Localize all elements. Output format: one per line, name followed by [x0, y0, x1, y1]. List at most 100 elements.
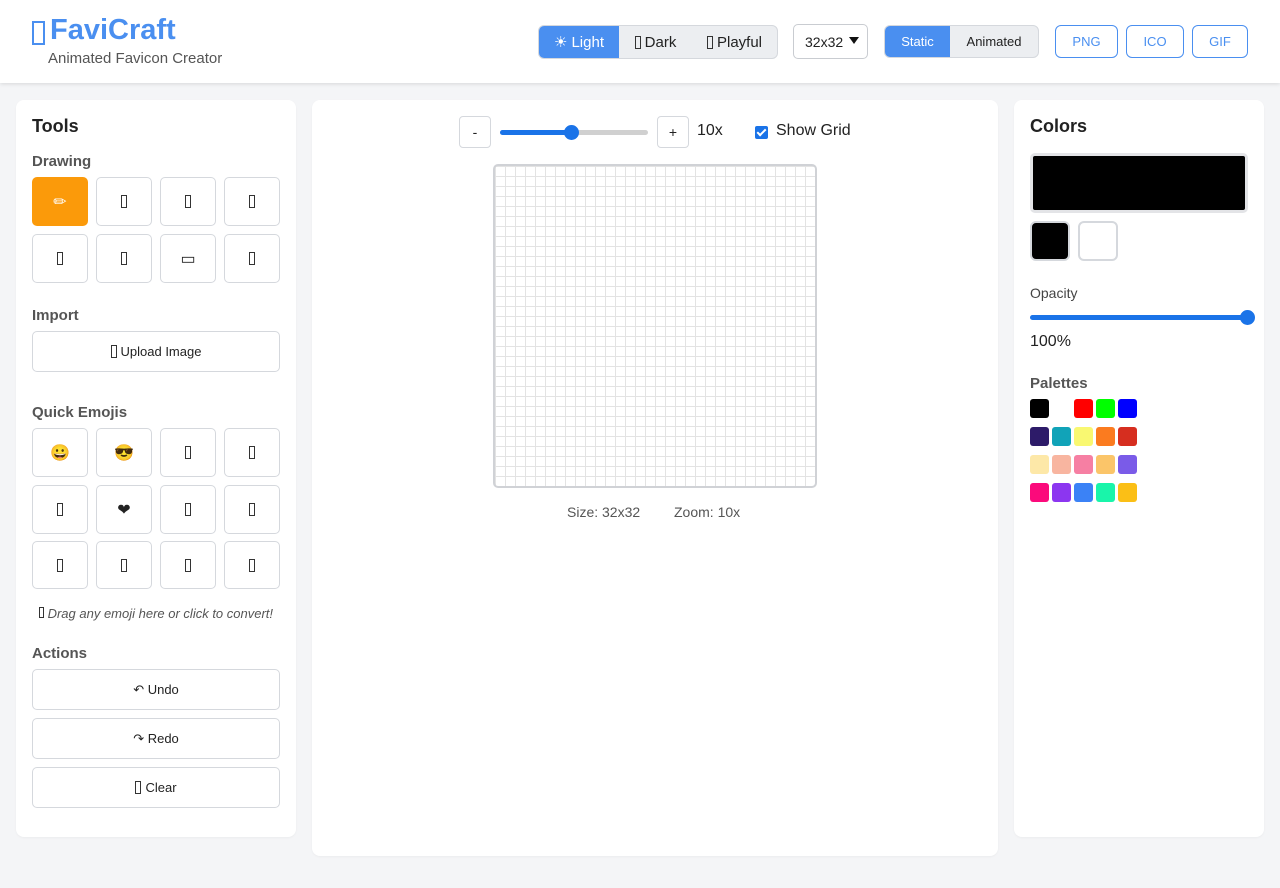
palette-swatch[interactable]	[1030, 483, 1049, 502]
tools-panel: Tools Drawing ✏ ▭ Import Upload Image Qui…	[16, 100, 296, 837]
palette-swatch[interactable]	[1118, 427, 1137, 446]
clear-button[interactable]: Clear	[32, 767, 280, 808]
emoji-glyph	[57, 503, 63, 516]
canvas-panel: - + 10x Show Grid Size: 32x32 Zoom: 10x	[312, 100, 998, 856]
canvas-size-info: Size: 32x32	[567, 504, 641, 520]
emoji-glyph	[185, 446, 191, 459]
line-icon	[57, 252, 63, 265]
colors-panel: Colors Opacity 100% Palettes	[1014, 100, 1264, 837]
emoji-button[interactable]	[32, 541, 88, 589]
mode-animated-button[interactable]: Animated	[950, 26, 1038, 57]
zoom-slider-fill	[500, 130, 572, 135]
app-logo: FaviCraft	[32, 14, 176, 47]
fill-tool-button[interactable]	[160, 177, 216, 226]
palette-swatch[interactable]	[1096, 427, 1115, 446]
upload-image-button[interactable]: Upload Image	[32, 331, 280, 372]
palette-swatch[interactable]	[1118, 399, 1137, 418]
line-tool-button[interactable]	[32, 234, 88, 283]
emoji-button[interactable]	[96, 541, 152, 589]
palette-swatch[interactable]	[1096, 399, 1115, 418]
trash-icon	[135, 781, 142, 794]
zoom-slider[interactable]	[500, 125, 648, 140]
palette-swatch[interactable]	[1096, 455, 1115, 474]
folder-icon	[110, 345, 117, 358]
canvas-zoom-info: Zoom: 10x	[674, 504, 741, 520]
zoom-slider-thumb[interactable]	[564, 125, 580, 140]
opacity-value: 100%	[1030, 333, 1071, 350]
eyedropper-tool-button[interactable]	[224, 177, 280, 226]
logo-text: FaviCraft	[50, 14, 176, 46]
theme-dark-button[interactable]: Dark	[619, 26, 692, 58]
eraser-icon	[121, 195, 127, 208]
export-ico-button[interactable]: ICO	[1126, 25, 1184, 58]
theme-switcher: ☀ Light Dark Playful	[538, 25, 778, 59]
emoji-button[interactable]	[224, 541, 280, 589]
fill-icon	[185, 195, 191, 208]
pencil-tool-button[interactable]: ✏	[32, 177, 88, 226]
sparkle-icon	[38, 607, 44, 618]
emoji-button[interactable]	[160, 428, 216, 477]
app-subtitle: Animated Favicon Creator	[48, 50, 223, 67]
emoji-glyph	[185, 503, 191, 516]
palette-swatch[interactable]	[1074, 399, 1093, 418]
secondary-color-swatch[interactable]	[1078, 221, 1118, 261]
emoji-button[interactable]: ❤	[96, 485, 152, 534]
theme-light-button[interactable]: ☀ Light	[539, 26, 619, 58]
chevron-down-icon	[849, 37, 859, 44]
palette-swatch[interactable]	[1052, 455, 1071, 474]
emoji-button[interactable]	[160, 485, 216, 534]
pixel-canvas[interactable]	[493, 164, 817, 488]
emoji-button[interactable]	[224, 428, 280, 477]
canvas-size-select[interactable]: 32x32	[793, 24, 868, 59]
palette-swatch[interactable]	[1074, 427, 1093, 446]
rectangle-icon: ▭	[180, 250, 196, 268]
emoji-glyph	[249, 446, 255, 459]
opacity-slider-thumb[interactable]	[1240, 310, 1255, 325]
emoji-glyph	[249, 558, 255, 572]
emoji-glyph	[121, 558, 127, 572]
palette-swatch[interactable]	[1074, 483, 1093, 502]
palette-swatch[interactable]	[1118, 483, 1137, 502]
emoji-button[interactable]	[160, 541, 216, 589]
drag-emoji-hint: Drag any emoji here or click to convert!	[32, 606, 280, 621]
emoji-glyph: ❤	[117, 501, 131, 519]
palette-swatch[interactable]	[1052, 483, 1071, 502]
primary-color-swatch[interactable]	[1030, 221, 1070, 261]
palette-swatch[interactable]	[1030, 399, 1049, 418]
zoom-out-button[interactable]: -	[459, 116, 491, 148]
eraser-tool-button[interactable]	[96, 177, 152, 226]
redo-button[interactable]: ↷ Redo	[32, 718, 280, 759]
palette-swatch[interactable]	[1030, 427, 1049, 446]
emoji-button[interactable]: 😀	[32, 428, 88, 477]
palette-swatch[interactable]	[1118, 455, 1137, 474]
circle-tool-button[interactable]	[96, 234, 152, 283]
show-grid-checkbox[interactable]	[755, 126, 768, 139]
app-header: FaviCraft Animated Favicon Creator ☀ Lig…	[0, 0, 1280, 83]
undo-button[interactable]: ↶ Undo	[32, 669, 280, 710]
theme-playful-button[interactable]: Playful	[692, 26, 777, 58]
show-grid-label: Show Grid	[776, 122, 851, 139]
emoji-button[interactable]	[224, 485, 280, 534]
import-label: Import	[32, 307, 79, 324]
emoji-button[interactable]	[32, 485, 88, 534]
mode-static-button[interactable]: Static	[885, 26, 950, 57]
palette-swatch[interactable]	[1074, 455, 1093, 474]
palette-icon	[706, 35, 713, 49]
palette-swatch[interactable]	[1030, 455, 1049, 474]
rectangle-tool-button[interactable]: ▭	[160, 234, 216, 283]
export-gif-button[interactable]: GIF	[1192, 25, 1248, 58]
emoji-glyph	[57, 558, 63, 572]
zoom-in-button[interactable]: +	[657, 116, 689, 148]
colors-title: Colors	[1030, 116, 1088, 136]
pencil-icon: ✏	[53, 193, 67, 211]
opacity-slider[interactable]	[1030, 310, 1255, 325]
emoji-glyph: 😎	[114, 444, 134, 462]
palette-swatch[interactable]	[1052, 399, 1071, 418]
emoji-button[interactable]: 😎	[96, 428, 152, 477]
color-picker[interactable]	[1030, 153, 1248, 213]
quick-emojis-label: Quick Emojis	[32, 404, 128, 421]
export-png-button[interactable]: PNG	[1055, 25, 1118, 58]
palette-swatch[interactable]	[1096, 483, 1115, 502]
move-tool-button[interactable]	[224, 234, 280, 283]
palette-swatch[interactable]	[1052, 427, 1071, 446]
